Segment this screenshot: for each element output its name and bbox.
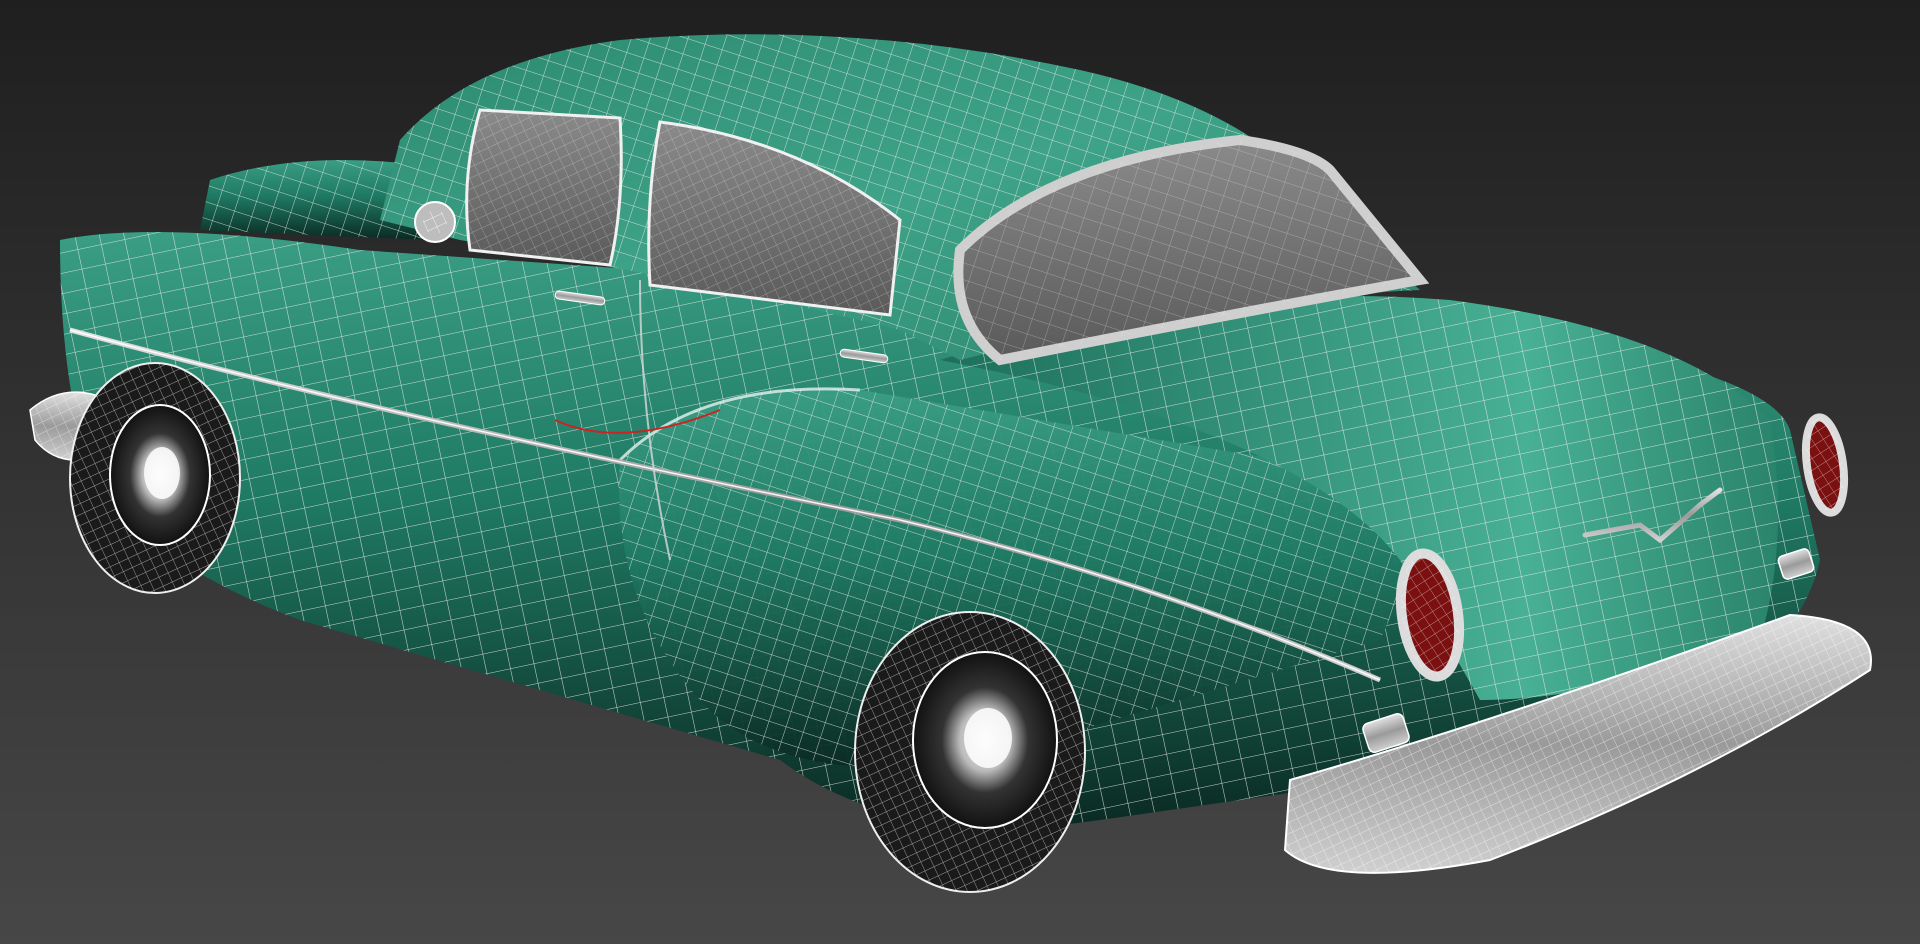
front-wheel[interactable] [69,362,241,594]
3d-viewport[interactable] [0,0,1920,944]
front-side-window-wireframe [466,110,622,265]
car-wireframe-scene[interactable] [0,0,1920,944]
side-mirror-wireframe [423,210,447,234]
rear-wheel[interactable] [854,611,1086,893]
rear-hub-center [964,708,1012,768]
front-hub-center [144,447,180,499]
